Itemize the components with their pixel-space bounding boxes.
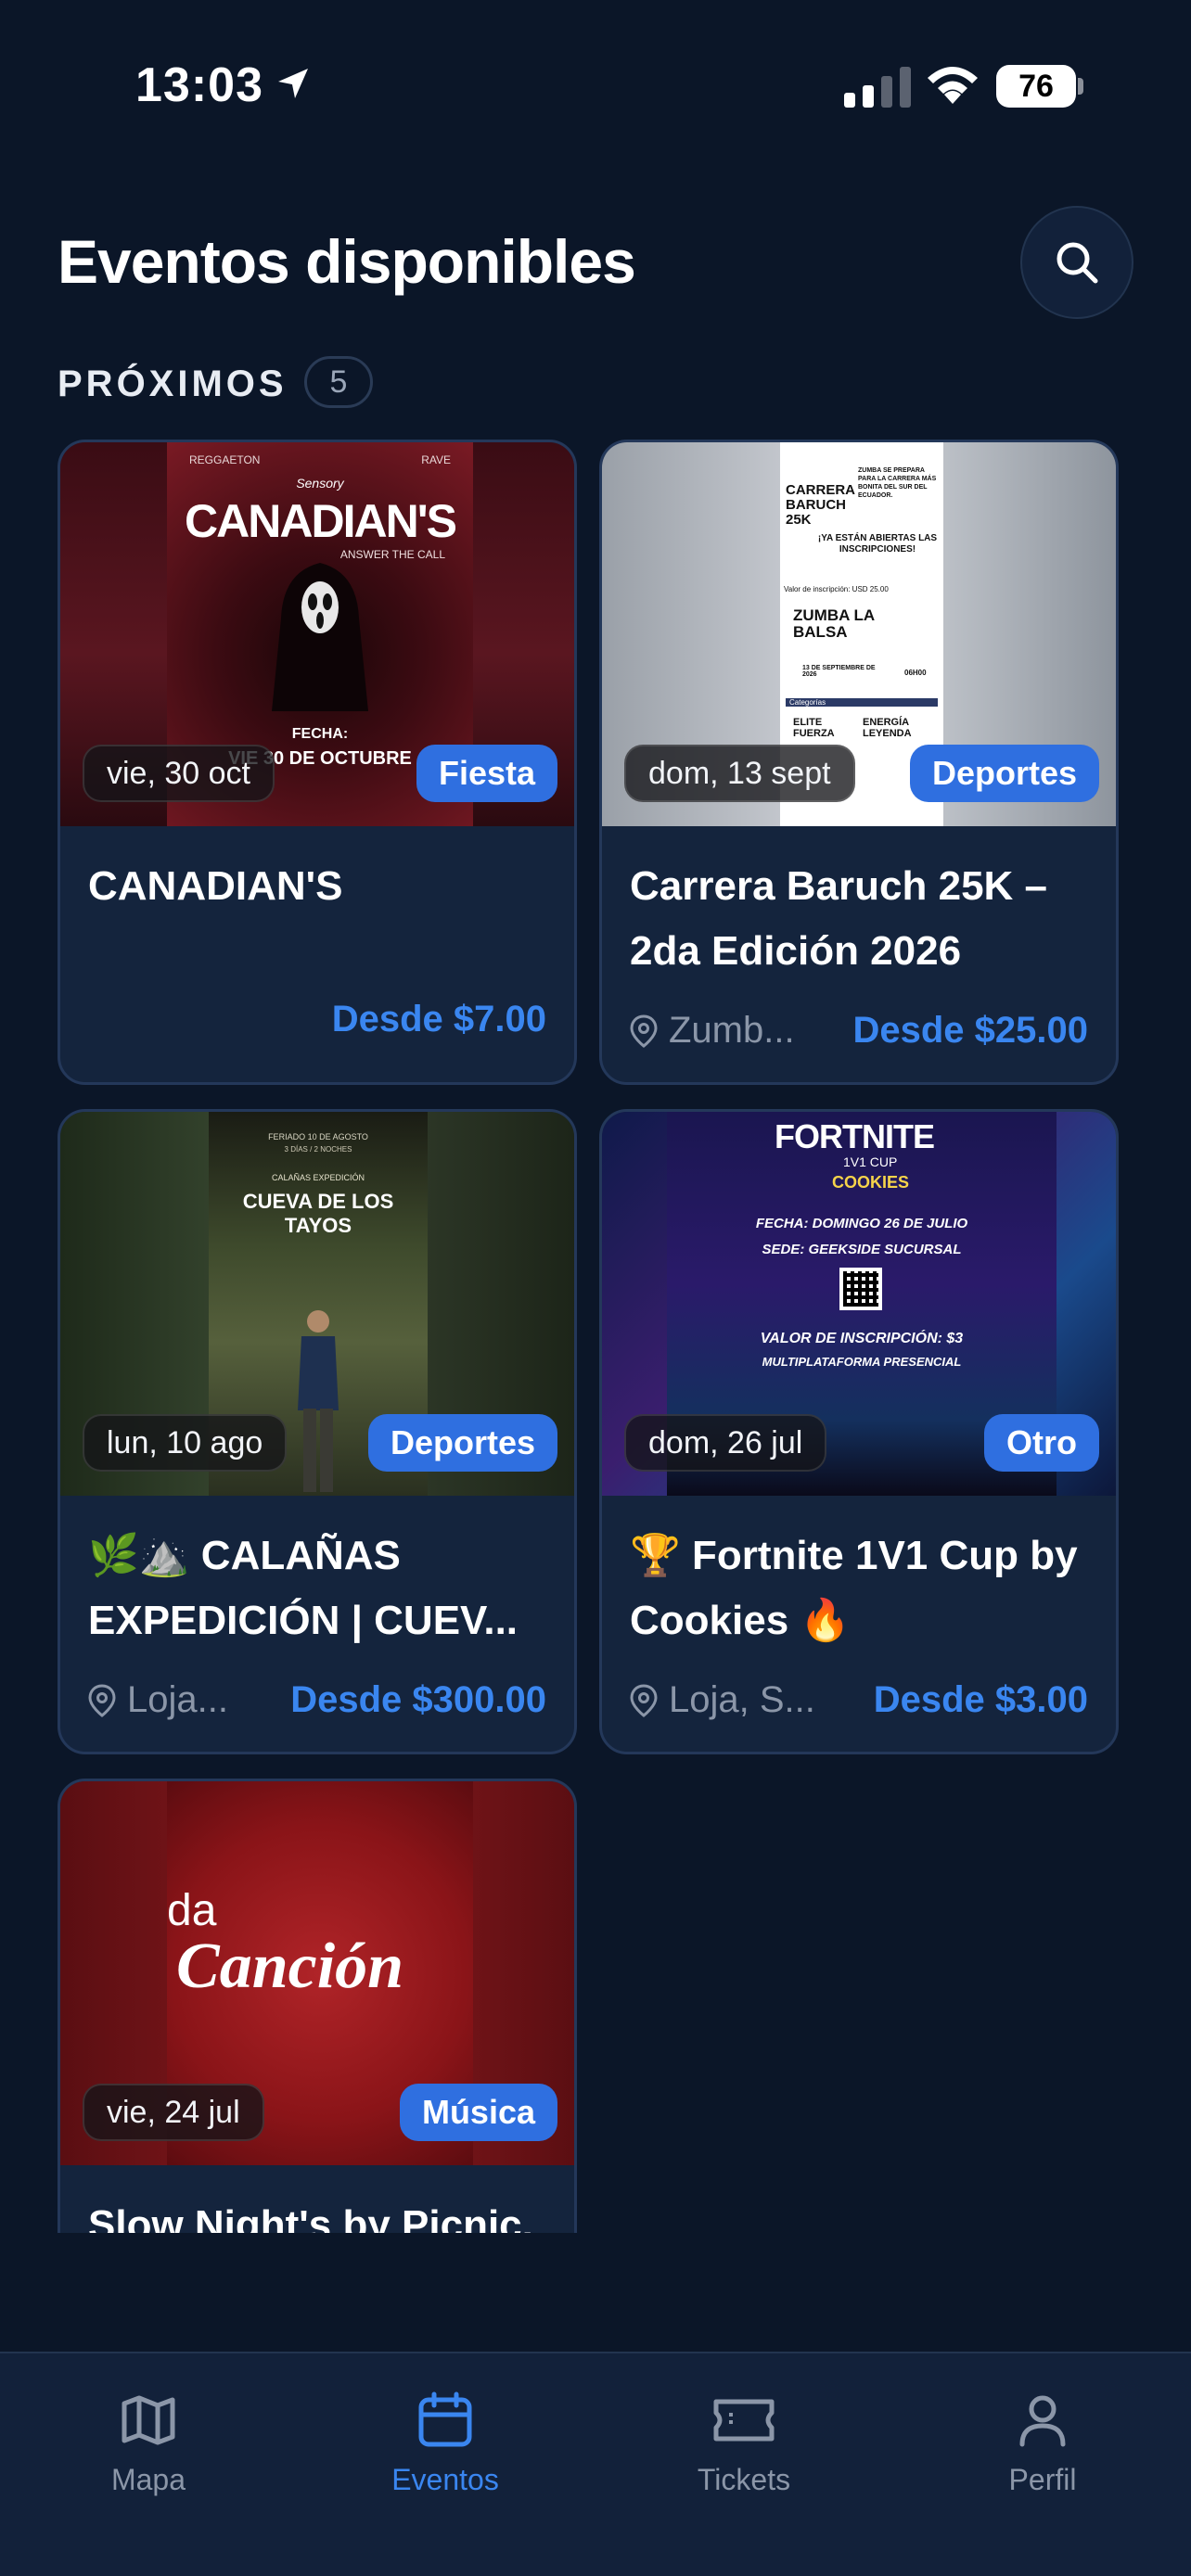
tab-label: Perfil <box>1008 2463 1077 2496</box>
status-bar: 13:03 76 <box>0 0 1191 167</box>
category-chip: Otro <box>984 1414 1099 1472</box>
tab-perfil[interactable]: Perfil <box>950 2391 1135 2497</box>
poster-text: Valor de inscripción: USD 25.00 <box>784 585 889 593</box>
event-location: Loja... <box>88 1679 228 1721</box>
event-card[interactable]: da Canción vie, 24 jul Música Slow Night… <box>58 1779 577 2313</box>
event-location: Zumb... <box>630 1010 795 1052</box>
poster-text: FORTNITE <box>775 1117 935 1155</box>
date-chip: dom, 13 sept <box>624 745 855 802</box>
date-chip: lun, 10 ago <box>83 1414 288 1472</box>
event-location-text: Loja... <box>127 1679 228 1720</box>
event-price: Desde $300.00 <box>290 1679 546 1720</box>
poster-text: RAVE <box>421 453 451 466</box>
wifi-icon <box>928 67 978 104</box>
calendar-icon <box>418 2391 472 2447</box>
category-chip: Fiesta <box>416 745 557 802</box>
poster-text: Categorías <box>786 698 938 707</box>
explorer-figure <box>298 1310 339 1492</box>
poster-text: ANSWER THE CALL <box>339 548 445 561</box>
event-title: CANADIAN'S <box>88 863 343 909</box>
event-image: da Canción vie, 24 jul Música <box>60 1781 574 2165</box>
poster-text: FERIADO 10 DE AGOSTO <box>268 1132 368 1141</box>
event-image: FORTNITE 1V1 CUP COOKIES FECHA: DOMINGO … <box>602 1112 1116 1496</box>
poster-text: MULTIPLATAFORMA PRESENCIAL <box>762 1355 962 1369</box>
poster-text: 06H00 <box>904 669 927 677</box>
event-image: ZUMBA SE PREPARA PARA LA CARRERA MÁS BON… <box>602 442 1116 826</box>
section-label: PRÓXIMOS <box>58 363 288 404</box>
category-chip: Música <box>399 2084 557 2141</box>
poster-text: ZUMBA SE PREPARA PARA LA CARRERA MÁS BON… <box>858 467 937 499</box>
poster-text: Sensory <box>296 476 344 491</box>
event-title: Slow Night's by Picnic. #11 <box>88 2202 533 2313</box>
map-icon <box>122 2395 175 2445</box>
event-location-text: Zumb... <box>669 1010 795 1051</box>
location-pin-icon <box>630 1683 658 1717</box>
search-icon <box>1057 242 1098 284</box>
tab-label: Eventos <box>391 2463 499 2496</box>
poster-text: COOKIES <box>832 1173 910 1192</box>
tab-label: Tickets <box>697 2463 791 2496</box>
poster-text: SEDE: GEEKSIDE SUCURSAL <box>762 1242 962 1257</box>
battery-indicator: 76 <box>996 65 1076 108</box>
event-image: FERIADO 10 DE AGOSTO 3 DÍAS / 2 NOCHES C… <box>60 1112 574 1496</box>
qr-code <box>839 1268 882 1310</box>
poster-text: FUERZA <box>793 728 835 739</box>
poster-text: 13 DE SEPTIEMBRE DE 2026 <box>802 665 876 678</box>
date-chip: dom, 26 jul <box>624 1414 827 1472</box>
event-card[interactable]: FERIADO 10 DE AGOSTO 3 DÍAS / 2 NOCHES C… <box>58 1109 577 1754</box>
search-button[interactable] <box>1020 206 1133 319</box>
event-title: 🏆 Fortnite 1V1 Cup by Cookies 🔥 <box>630 1533 1078 1643</box>
poster-text: ZUMBA LA BALSA <box>793 606 875 641</box>
event-location: Loja, S... <box>630 1679 815 1721</box>
poster-text: ELITE <box>793 717 823 728</box>
poster-text: CANADIAN'S <box>185 495 457 547</box>
status-time: 13:03 <box>135 58 263 112</box>
poster-text: LEYENDA <box>863 728 912 739</box>
poster-text: REGGAETON <box>189 453 261 466</box>
event-price: Desde $7.00 <box>331 999 546 1039</box>
poster-text: FECHA: DOMINGO 26 DE JULIO <box>755 1216 968 1231</box>
event-card[interactable]: REGGAETON RAVE Sensory CANADIAN'S ANSWER… <box>58 440 577 1085</box>
tab-eventos[interactable]: Eventos <box>352 2391 538 2497</box>
user-icon <box>1019 2395 1066 2447</box>
location-pin-icon <box>88 1683 116 1717</box>
date-chip: vie, 30 oct <box>83 745 275 802</box>
event-location-text: Loja, S... <box>669 1679 815 1720</box>
tab-label: Mapa <box>110 2463 186 2496</box>
event-card[interactable]: ZUMBA SE PREPARA PARA LA CARRERA MÁS BON… <box>599 440 1119 1085</box>
poster-text: VALOR DE INSCRIPCIÓN: $3 <box>760 1331 964 1346</box>
poster-text: Canción <box>176 1931 404 2002</box>
event-image: REGGAETON RAVE Sensory CANADIAN'S ANSWER… <box>60 442 574 826</box>
cellular-signal-icon <box>844 67 911 108</box>
location-pin-icon <box>630 1014 658 1048</box>
date-chip: vie, 24 jul <box>83 2084 264 2141</box>
ticket-icon <box>713 2399 775 2442</box>
poster-text: ENERGÍA <box>863 717 910 728</box>
poster-text: FECHA: <box>291 726 349 742</box>
poster-text: 3 DÍAS / 2 NOCHES <box>284 1145 352 1154</box>
count-badge: 5 <box>304 356 373 408</box>
category-chip: Deportes <box>909 745 1099 802</box>
event-title: Carrera Baruch 25K – 2da Edición 2026 <box>630 863 1048 974</box>
poster-text: 1V1 CUP <box>843 1154 898 1169</box>
poster-text: CARRERA BARUCH 25K <box>786 482 855 528</box>
page-title: Eventos disponibles <box>58 227 636 296</box>
ghostface-figure <box>272 563 368 711</box>
event-price: Desde $3.00 <box>873 1679 1088 1720</box>
tab-tickets[interactable]: Tickets <box>651 2391 837 2497</box>
poster-text: ¡YA ESTÁN ABIERTAS LAS INSCRIPCIONES! <box>817 533 938 555</box>
poster-text: CALAÑAS EXPEDICIÓN <box>271 1173 365 1182</box>
poster-text: da <box>167 1886 217 1935</box>
event-title: 🌿⛰️ CALAÑAS EXPEDICIÓN | CUEV... <box>88 1533 519 1643</box>
event-card[interactable]: FORTNITE 1V1 CUP COOKIES FECHA: DOMINGO … <box>599 1109 1119 1754</box>
battery-tip <box>1078 78 1083 95</box>
tab-bar: Mapa Eventos Tickets Perfil <box>0 2352 1191 2576</box>
poster-text: CUEVA DE LOS TAYOS <box>242 1190 394 1237</box>
event-price: Desde $25.00 <box>852 1010 1088 1051</box>
category-chip: Deportes <box>367 1414 557 1472</box>
location-arrow-icon <box>278 69 308 98</box>
tab-mapa[interactable]: Mapa <box>56 2391 241 2497</box>
